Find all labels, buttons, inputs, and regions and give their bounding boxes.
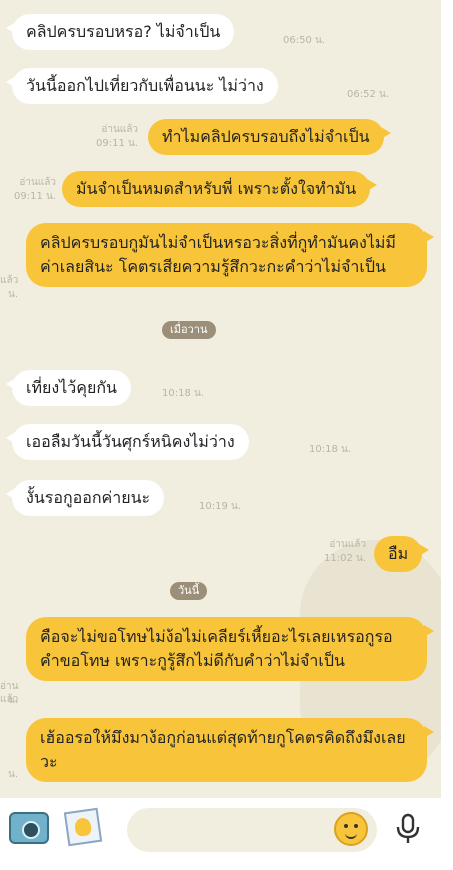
message-time: น. bbox=[7, 289, 18, 300]
message-incoming[interactable]: งั้นรอกูออกค่ายนะ bbox=[5, 480, 165, 516]
chat-area[interactable]: คลิปครบรอบหรอ? ไม่จำเป็น 06:50 น. วันนี้… bbox=[0, 0, 441, 798]
message-outgoing[interactable]: มันจำเป็นหมดสำหรับพี่ เพราะตั้งใจทำมัน bbox=[62, 171, 378, 207]
read-receipt: อ่านแล้ว bbox=[329, 539, 366, 550]
read-receipt: อ่านแล้ว bbox=[19, 177, 56, 188]
message-outgoing[interactable]: เฮ้ออรอให้มึงมาง้อกูก่อนแต่สุดท้ายกูโคตร… bbox=[26, 718, 434, 782]
photo-icon[interactable] bbox=[63, 807, 103, 847]
message-time: 11:02 น. bbox=[323, 553, 366, 564]
message-time: น. bbox=[7, 769, 18, 780]
emoji-icon[interactable] bbox=[334, 812, 368, 846]
message-outgoing[interactable]: คลิปครบรอบกูมันไม่จำเป็นหรอวะสิ่งที่กูทำ… bbox=[26, 223, 434, 287]
message-time: 09:11 น. bbox=[13, 191, 56, 202]
message-time: 06:50 น. bbox=[283, 35, 326, 46]
message-incoming[interactable]: วันนี้ออกไปเที่ยวกับเพื่อนนะ ไม่ว่าง bbox=[6, 68, 278, 104]
date-separator-today: วันนี้ bbox=[170, 582, 208, 600]
message-time: 06:52 น. bbox=[347, 89, 390, 100]
message-time: 10:19 น. bbox=[199, 501, 242, 512]
message-outgoing[interactable]: อืม bbox=[374, 536, 430, 572]
message-incoming[interactable]: เที่ยงไว้คุยกัน bbox=[6, 370, 131, 406]
message-time: น. bbox=[7, 695, 18, 706]
message-time: 09:11 น. bbox=[95, 138, 138, 149]
message-outgoing[interactable]: คือจะไม่ขอโทษไม่ง้อไม่เคลียร์เหี้ยอะไรเล… bbox=[26, 617, 434, 681]
message-time: 10:18 น. bbox=[162, 388, 205, 399]
read-receipt: แล้ว bbox=[0, 275, 19, 286]
date-separator-yesterday: เมื่อวาน bbox=[162, 321, 216, 339]
message-outgoing[interactable]: ทำไมคลิปครบรอบถึงไม่จำเป็น bbox=[148, 119, 391, 155]
message-incoming[interactable]: เออลืมวันนี้วันศุกร์หนิคงไม่ว่าง bbox=[6, 424, 249, 460]
camera-icon[interactable] bbox=[9, 812, 49, 844]
message-time: 10:18 น. bbox=[309, 444, 352, 455]
microphone-icon[interactable] bbox=[395, 813, 421, 845]
read-receipt: อ่านแล้ว bbox=[101, 124, 138, 135]
message-incoming[interactable]: คลิปครบรอบหรอ? ไม่จำเป็น bbox=[5, 14, 235, 50]
